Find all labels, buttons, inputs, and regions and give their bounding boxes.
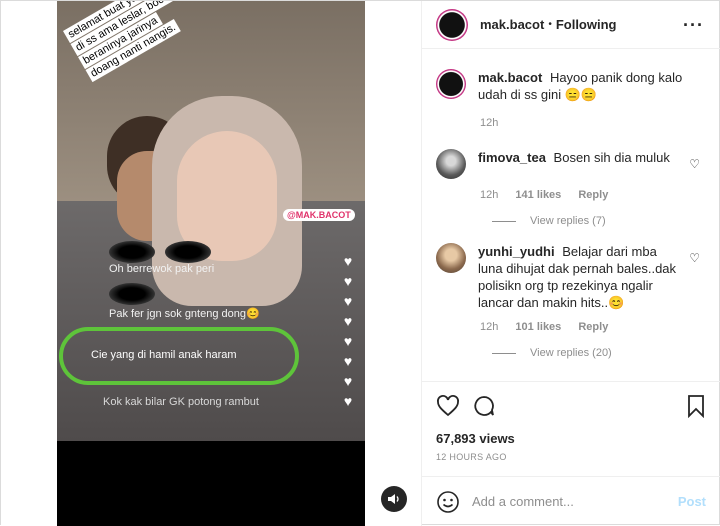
like-comment-icon[interactable]: ♡ [689, 251, 700, 265]
highlight-ring [59, 327, 299, 385]
comment-item: fimova_tea Bosen sih dia muluk ♡ 12h 141… [436, 149, 716, 227]
comment-input[interactable] [472, 494, 662, 509]
comment-meta: 12h 141 likes Reply [480, 189, 716, 201]
bookmark-icon[interactable] [684, 394, 708, 418]
caption-username[interactable]: mak.bacot [478, 70, 542, 85]
commenter-avatar[interactable] [436, 149, 466, 179]
live-comment: Pak fer jgn sok gnteng dong😊 [109, 308, 260, 320]
censor-blob [165, 241, 211, 263]
caption-body: mak.bacot Hayoo panik dong kalo udah di … [478, 69, 706, 103]
live-comment: Oh berrewok pak peri [109, 263, 215, 275]
emoji-icon[interactable] [436, 490, 460, 514]
post-timestamp[interactable]: 12 HOURS AGO [436, 452, 507, 462]
comment-item: yunhi_yudhi Belajar dari mba luna dihuja… [436, 243, 716, 359]
heart-icon: ♥ [343, 293, 353, 309]
comments-list[interactable]: mak.bacot Hayoo panik dong kalo udah di … [422, 49, 720, 389]
media-area: selamat buat yang tadi di ss ama leslar,… [1, 1, 421, 526]
heart-icon: ♥ [343, 253, 353, 269]
censor-blob [109, 283, 155, 305]
post-header: mak.bacot • Following ··· [422, 1, 720, 49]
comment-likes[interactable]: 101 likes [515, 321, 561, 333]
heart-icon: ♥ [343, 273, 353, 289]
author-avatar[interactable] [436, 8, 468, 41]
comment-username[interactable]: yunhi_yudhi [478, 244, 555, 259]
add-comment-bar: Post [422, 476, 720, 526]
heart-icon: ♥ [343, 373, 353, 389]
separator: • [548, 19, 552, 30]
author-username[interactable]: mak.bacot [480, 17, 544, 32]
view-replies-button[interactable]: View replies (20) [492, 347, 716, 359]
comment-meta: 12h 101 likes Reply [480, 321, 716, 333]
view-replies-label: View replies (7) [530, 215, 606, 227]
comment-time[interactable]: 12h [480, 189, 498, 201]
censor-blob [109, 241, 155, 263]
caption-time[interactable]: 12h [480, 117, 498, 129]
reply-button[interactable]: Reply [578, 189, 608, 201]
reply-button[interactable]: Reply [578, 321, 608, 333]
comment-body: fimova_tea Bosen sih dia muluk [478, 149, 683, 179]
heart-icon: ♥ [343, 393, 353, 409]
heart-icon: ♥ [343, 313, 353, 329]
more-icon[interactable]: ··· [683, 15, 704, 36]
action-bar [422, 381, 720, 425]
caption-meta: 12h [480, 117, 706, 129]
sound-toggle-button[interactable] [381, 486, 407, 512]
like-heart-icon[interactable] [436, 394, 460, 418]
comment-body: yunhi_yudhi Belajar dari mba luna dihuja… [478, 243, 683, 311]
floating-hearts: ♥ ♥ ♥ ♥ ♥ ♥ ♥ ♥ [337, 251, 359, 411]
speaker-icon [388, 494, 399, 504]
commenter-avatar[interactable] [436, 243, 466, 273]
like-comment-icon[interactable]: ♡ [689, 157, 700, 171]
comment-time[interactable]: 12h [480, 321, 498, 333]
post-window: selamat buat yang tadi di ss ama leslar,… [0, 0, 720, 526]
comment-likes[interactable]: 141 likes [515, 189, 561, 201]
following-button[interactable]: Following [556, 17, 617, 32]
view-count[interactable]: 67,893 views [436, 431, 515, 446]
watermark: @MAK.BACOT [283, 209, 355, 221]
view-replies-label: View replies (20) [530, 347, 612, 359]
view-replies-button[interactable]: View replies (7) [492, 215, 716, 227]
replies-divider [492, 220, 516, 222]
heart-icon: ♥ [343, 333, 353, 349]
post-button[interactable]: Post [678, 494, 706, 509]
replies-divider [492, 352, 516, 354]
comment-text: Bosen sih dia muluk [553, 150, 670, 165]
post-sidebar: mak.bacot • Following ··· mak.bacot Hayo… [421, 1, 720, 526]
comment-bubble-icon[interactable] [472, 394, 496, 418]
caption-avatar[interactable] [436, 69, 466, 99]
caption: mak.bacot Hayoo panik dong kalo udah di … [436, 69, 706, 129]
comment-username[interactable]: fimova_tea [478, 150, 546, 165]
heart-icon: ♥ [343, 353, 353, 369]
live-comment: Kok kak bilar GK potong rambut [103, 396, 259, 408]
video-player[interactable]: selamat buat yang tadi di ss ama leslar,… [57, 1, 365, 441]
